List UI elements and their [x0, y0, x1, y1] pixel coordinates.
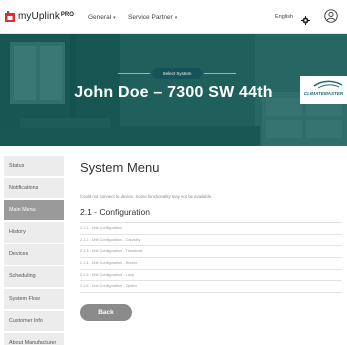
connection-warning: Could not connect to device. Some functi… [80, 194, 213, 199]
select-system-button[interactable]: Select System [152, 68, 202, 79]
main-content: System Menu Could not connect to device.… [80, 156, 342, 322]
brand-logo-text: CLIMATEMASTER [303, 91, 344, 96]
house-icon [5, 11, 15, 22]
brand-logo: CLIMATEMASTER [300, 76, 347, 104]
language-selector[interactable]: English [275, 14, 293, 20]
nav-general[interactable]: General ▾ [88, 14, 116, 21]
user-icon[interactable] [324, 9, 338, 28]
menu-list-item[interactable]: 2.1.1 - Unit Configuration [80, 223, 342, 235]
top-bar: myUplink PRO General ▾ Service Partner ▾ E… [0, 0, 347, 34]
sidebar-item-scheduling[interactable]: Scheduling [4, 266, 64, 287]
app-name: myUplink [18, 11, 60, 22]
nav-service-partner[interactable]: Service Partner ▾ [128, 14, 177, 21]
hero-divider [118, 73, 150, 74]
climatemaster-swoosh-icon [313, 80, 343, 89]
sidebar-item-about-manufacturer[interactable]: About Manufacturer [4, 332, 64, 345]
nav-general-label: General [88, 14, 112, 21]
hero-banner: Select System John Doe – 7300 SW 44th CL… [0, 34, 347, 146]
gear-icon[interactable] [301, 12, 310, 30]
sidebar-item-devices[interactable]: Devices [4, 244, 64, 265]
menu-list-item[interactable]: 2.1.5 - Unit Configuration - Loop [80, 270, 342, 282]
sidebar-item-notifications[interactable]: Notifications [4, 178, 64, 199]
section-title: 2.1 - Configuration [80, 207, 150, 217]
chevron-down-icon: ▾ [113, 15, 116, 21]
app-logo[interactable]: myUplink PRO [5, 11, 74, 22]
back-button[interactable]: Back [80, 304, 132, 322]
sidebar-item-customer-info[interactable]: Customer Info [4, 310, 64, 331]
menu-list-item[interactable]: 2.1.3 - Unit Configuration - Threshold [80, 246, 342, 259]
sidebar-item-main-menu[interactable]: Main Menu [4, 200, 64, 221]
menu-list-item[interactable]: 2.1.2 - Unit Configuration - Capacity [80, 235, 342, 247]
menu-list-item[interactable]: 2.1.6 - Unit Configuration - Option [80, 281, 342, 294]
nav-service-partner-label: Service Partner [128, 14, 173, 21]
menu-list-item[interactable]: 2.1.4 - Unit Configuration - Blower [80, 258, 342, 270]
page-title: System Menu [80, 160, 160, 175]
sidebar-item-system-flow[interactable]: System Flow [4, 288, 64, 309]
sidebar-item-history[interactable]: History [4, 222, 64, 243]
system-title: John Doe – 7300 SW 44th [74, 84, 273, 101]
chevron-down-icon: ▾ [174, 15, 178, 21]
hero-divider [204, 73, 236, 74]
sidebar-item-status[interactable]: Status [4, 156, 64, 177]
app-badge: PRO [60, 11, 74, 18]
sidebar: Status Notifications Main Menu History D… [4, 156, 64, 345]
